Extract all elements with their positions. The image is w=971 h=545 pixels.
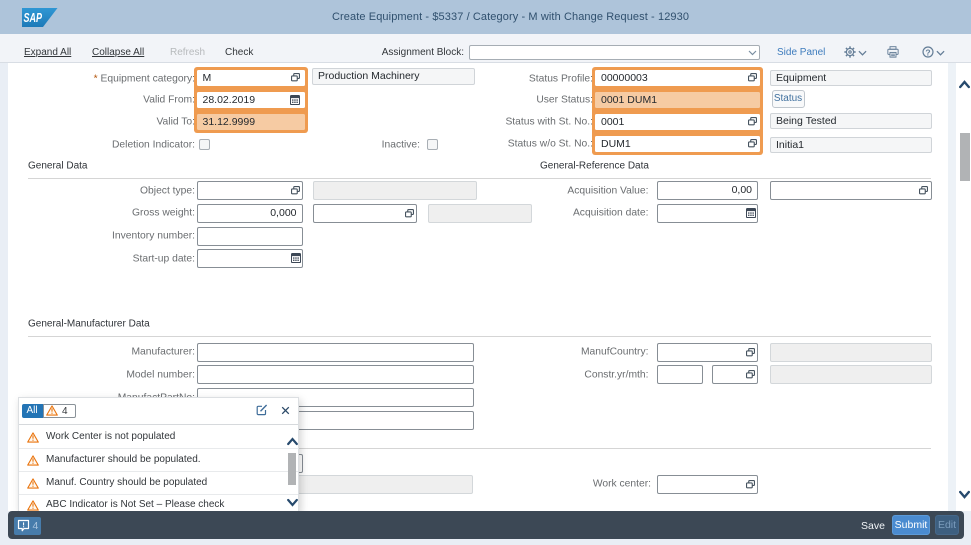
svg-text:SAP: SAP [24, 11, 43, 25]
svg-text:?: ? [925, 47, 930, 57]
